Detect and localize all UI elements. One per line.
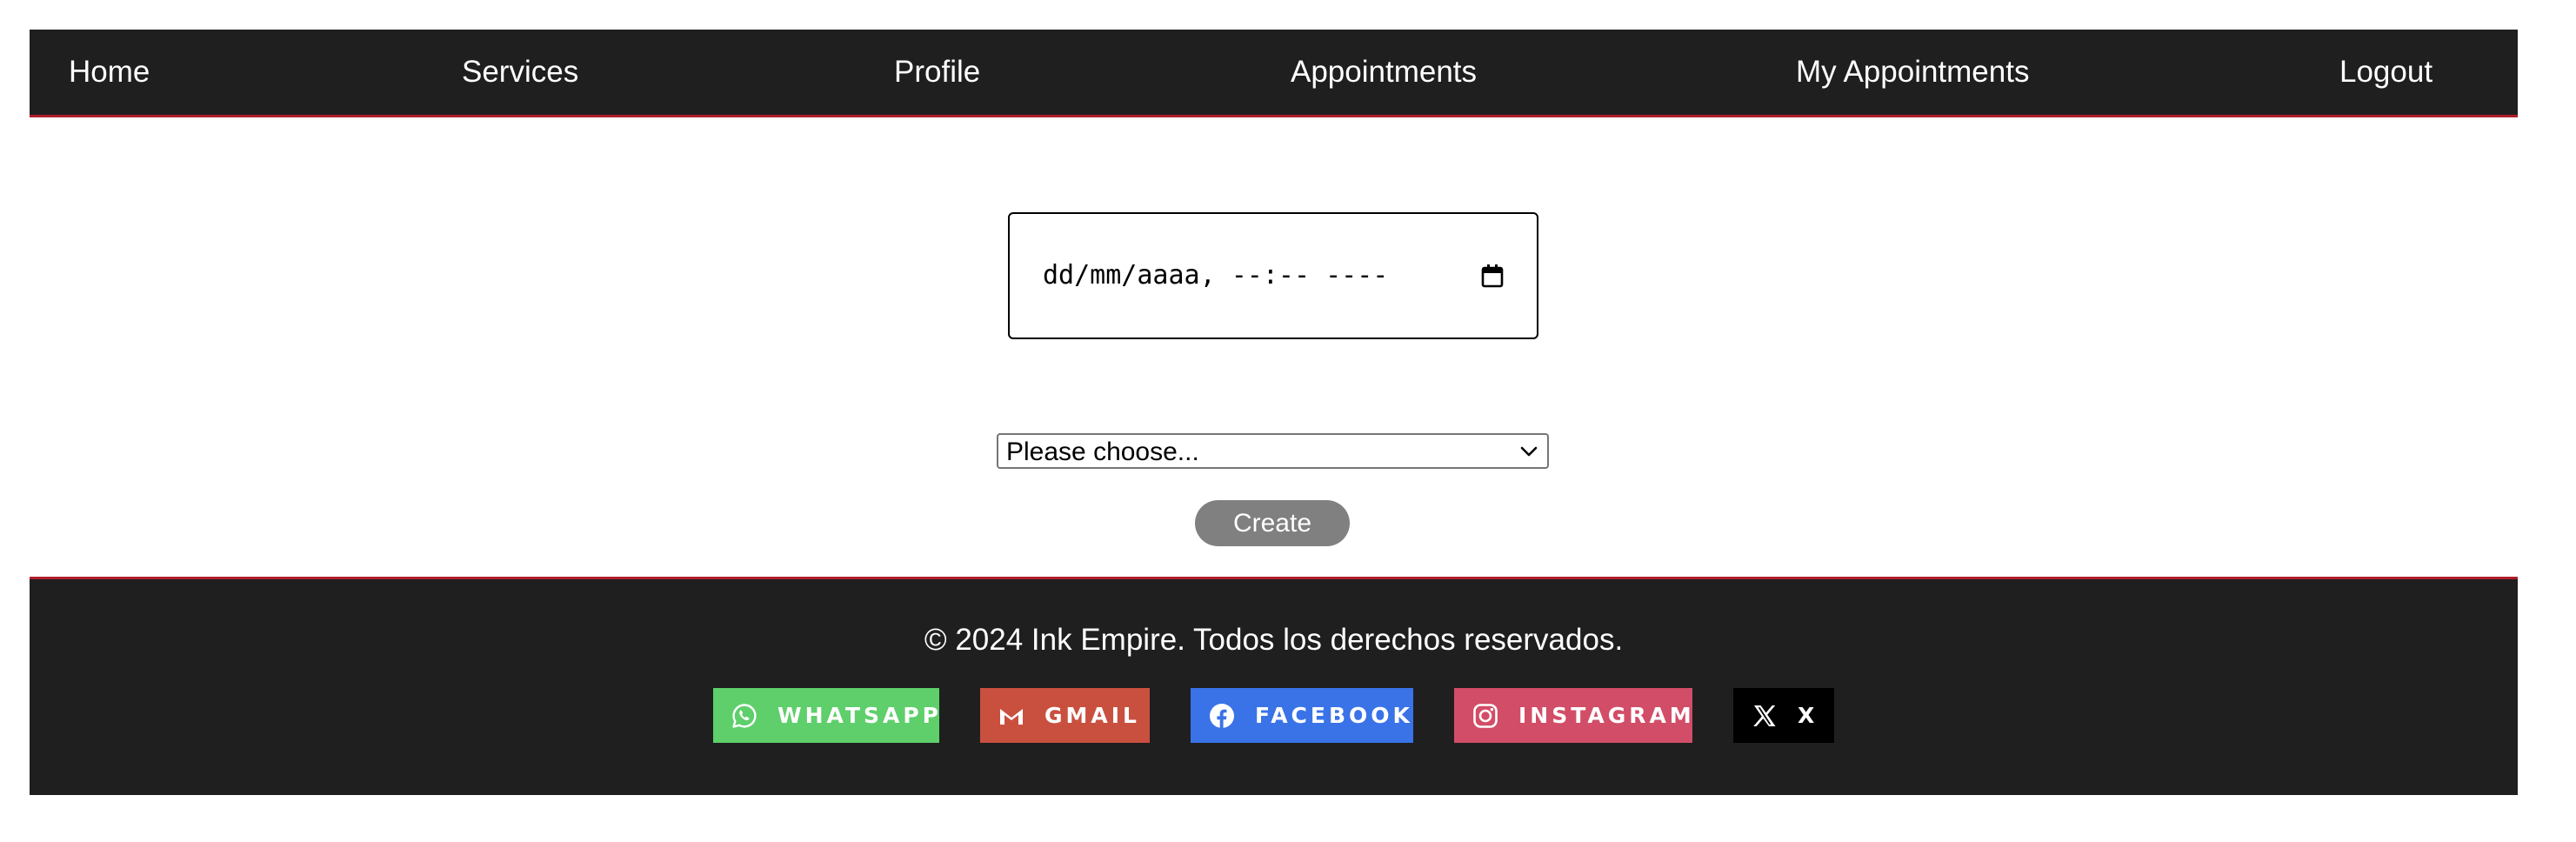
footer: © 2024 Ink Empire. Todos los derechos re… [30, 577, 2518, 795]
gmail-icon [1000, 708, 1023, 725]
nav-services-link[interactable]: Services [462, 30, 578, 115]
chevron-down-icon [1520, 446, 1538, 457]
instagram-label: INSTAGRAM [1518, 703, 1695, 728]
calendar-icon[interactable] [1481, 264, 1504, 288]
instagram-icon [1473, 703, 1498, 728]
datetime-placeholder: dd/mm/aaaa, --:-- ---- [1043, 260, 1389, 291]
select-value: Please choose... [1006, 438, 1199, 466]
x-icon [1753, 705, 1776, 726]
whatsapp-button[interactable]: WHATSAPP [713, 688, 939, 743]
facebook-button[interactable]: FACEBOOK [1191, 688, 1413, 743]
facebook-icon [1210, 703, 1234, 728]
nav-my-appointments-link[interactable]: My Appointments [1796, 30, 2029, 115]
whatsapp-label: WHATSAPP [777, 703, 942, 728]
instagram-button[interactable]: INSTAGRAM [1454, 688, 1692, 743]
nav-home-link[interactable]: Home [69, 30, 150, 115]
x-button[interactable]: X [1733, 688, 1834, 743]
datetime-input[interactable]: dd/mm/aaaa, --:-- ---- [1008, 212, 1538, 339]
top-navbar: Home Services Profile Appointments My Ap… [30, 30, 2518, 117]
gmail-label: GMAIL [1044, 703, 1140, 728]
create-button[interactable]: Create [1195, 500, 1350, 546]
nav-logout-link[interactable]: Logout [2339, 30, 2433, 115]
copyright-text: © 2024 Ink Empire. Todos los derechos re… [924, 623, 1624, 657]
nav-profile-link[interactable]: Profile [894, 30, 980, 115]
x-label: X [1798, 703, 1819, 728]
facebook-label: FACEBOOK [1255, 703, 1413, 728]
nav-appointments-link[interactable]: Appointments [1291, 30, 1477, 115]
service-select[interactable]: Please choose... [997, 433, 1549, 469]
whatsapp-icon [732, 703, 757, 728]
gmail-button[interactable]: GMAIL [980, 688, 1150, 743]
page: Home Services Profile Appointments My Ap… [0, 0, 2576, 842]
